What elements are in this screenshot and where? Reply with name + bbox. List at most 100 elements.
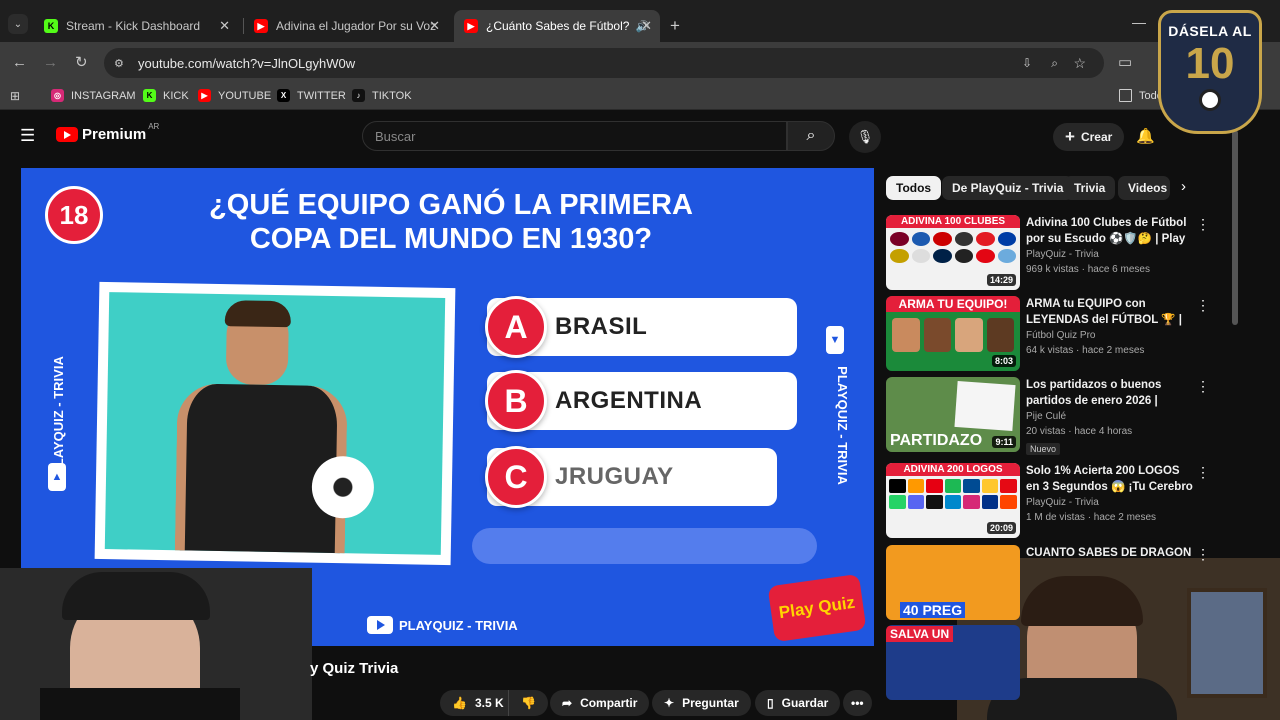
close-icon[interactable]: ✕ <box>429 18 440 34</box>
recommendation-item[interactable]: ARMA TU EQUIPO! 8:03 ARMA tu EQUIPO con … <box>886 296 1210 374</box>
video-thumbnail[interactable]: ADIVINA 100 CLUBES 14:29 <box>886 215 1020 290</box>
bookmark-folder[interactable]: Todo <box>1119 89 1163 102</box>
site-info-icon[interactable]: ⚙ <box>114 57 124 70</box>
bookmark-tiktok[interactable]: ♪ TIKTOK <box>352 89 412 102</box>
apps-grid-icon[interactable]: ⊞ <box>10 89 20 103</box>
logo-region: AR <box>148 122 160 131</box>
youtube-logo[interactable]: Premium AR <box>56 122 159 143</box>
search-input[interactable]: Buscar <box>362 121 787 151</box>
browser-tab-strip: ⌄ K Stream - Kick Dashboard ✕ ▶ Adivina … <box>0 0 1280 48</box>
recommendation-title[interactable]: Los partidazos o buenos partidos de ener… <box>1026 377 1194 409</box>
install-icon[interactable]: ⇩ <box>1022 56 1032 70</box>
sparkle-icon: ✦ <box>664 696 675 710</box>
sidepanel-icon[interactable]: ▭ <box>1118 54 1132 72</box>
bookmark-label: INSTAGRAM <box>71 89 136 102</box>
arrow-down-icon: ▼ <box>826 326 844 354</box>
recommendation-item[interactable]: ADIVINA 100 CLUBES 14:29 Adivina 100 Clu… <box>886 215 1210 293</box>
share-button[interactable]: ➦ Compartir <box>550 690 650 716</box>
search-button[interactable]: ⌕ <box>787 121 835 151</box>
bookmark-twitter[interactable]: X TWITTER <box>277 89 346 102</box>
youtube-icon: ▶ <box>198 89 211 102</box>
dasela-al-10-logo: DÁSELA AL 10 <box>1158 10 1262 134</box>
tab-search-button[interactable]: ⌄ <box>8 14 28 34</box>
forward-icon[interactable]: → <box>43 54 58 72</box>
minimize-button[interactable]: — <box>1132 14 1146 30</box>
tiktok-icon: ♪ <box>352 89 365 102</box>
zoom-icon[interactable]: ⌕ <box>1051 56 1058 71</box>
youtube-header: ☰ Premium AR Buscar ⌕ 🎙 + Crear 🔔 <box>0 110 1240 162</box>
answer-d-placeholder <box>472 528 817 564</box>
bookmark-instagram[interactable]: ◎ INSTAGRAM <box>51 89 136 102</box>
reload-icon[interactable]: ↻ <box>75 54 88 72</box>
question-text: ¿QUÉ EQUIPO GANÓ LA PRIMERA COPA DEL MUN… <box>209 189 693 255</box>
video-thumbnail[interactable]: SALVA UN <box>886 625 1020 700</box>
x-icon: X <box>277 89 290 102</box>
create-button[interactable]: + Crear <box>1053 123 1125 151</box>
duration-badge: 9:11 <box>992 436 1016 448</box>
sidebar-scrollbar[interactable] <box>1232 130 1238 325</box>
tab-cuanto-sabes[interactable]: ▶ ¿Cuánto Sabes de Fútbol? 🔊 ✕ <box>454 10 660 42</box>
recommendation-title[interactable]: Solo 1% Acierta 200 LOGOS en 3 Segundos … <box>1026 463 1194 495</box>
thumbs-down-icon: 👎 <box>521 696 536 710</box>
recommendation-item[interactable]: SALVA UN <box>886 625 1206 703</box>
bookmark-icon: ▯ <box>767 696 774 710</box>
more-vertical-icon[interactable]: ⋮ <box>1196 465 1210 479</box>
star-icon[interactable]: ☆ <box>1073 55 1086 72</box>
bookmark-label: KICK <box>163 89 189 102</box>
tab-adivina-jugador[interactable]: ▶ Adivina el Jugador Por su Voz ✕ <box>244 10 448 42</box>
video-thumbnail[interactable]: 40 PREG <box>886 545 1020 620</box>
save-button[interactable]: ▯ Guardar <box>755 690 841 716</box>
chip-videos[interactable]: Videos <box>1118 176 1170 200</box>
new-tab-button[interactable]: + <box>670 16 680 36</box>
arrow-up-icon: ▲ <box>48 463 66 491</box>
close-icon[interactable]: ✕ <box>641 18 652 34</box>
recommendation-channel[interactable]: PlayQuiz - Trivia <box>1026 497 1099 508</box>
answer-text: BRASIL <box>555 313 648 340</box>
more-vertical-icon[interactable]: ⋮ <box>1196 298 1210 312</box>
notifications-icon[interactable]: 🔔 <box>1136 127 1155 145</box>
bookmark-label: TWITTER <box>297 89 346 102</box>
recommendation-item[interactable]: PARTIDAZO 9:11 Los partidazos o buenos p… <box>886 377 1210 455</box>
close-icon[interactable]: ✕ <box>219 18 230 34</box>
thumbs-up-icon: 👍 <box>452 696 467 710</box>
voice-search-button[interactable]: 🎙 <box>849 121 881 153</box>
bookmark-kick[interactable]: K KICK <box>143 89 189 102</box>
recommendation-title[interactable]: CUANTO SABES DE DRAGON <box>1026 545 1194 561</box>
video-thumbnail[interactable]: PARTIDAZO 9:11 <box>886 377 1020 452</box>
question-number: 18 <box>45 186 103 244</box>
more-vertical-icon[interactable]: ⋮ <box>1196 217 1210 231</box>
chip-trivia[interactable]: Trivia <box>1064 176 1116 200</box>
side-label-right: PLAYQUIZ - TRIVIA <box>834 366 850 485</box>
recommendation-channel[interactable]: Fútbol Quiz Pro <box>1026 330 1095 341</box>
recommendation-channel[interactable]: Pije Culé <box>1026 411 1066 422</box>
dislike-button[interactable]: 👎 <box>508 690 548 716</box>
video-thumbnail[interactable]: ADIVINA 200 LOGOS 20:09 <box>886 463 1020 538</box>
back-icon[interactable]: ← <box>12 54 27 72</box>
address-bar[interactable]: ⚙ youtube.com/watch?v=JlnOLgyhW0w ⇩ ⌕ ☆ <box>104 48 1104 78</box>
recommendation-title[interactable]: Adivina 100 Clubes de Fútbol por su Escu… <box>1026 215 1194 247</box>
more-vertical-icon[interactable]: ⋮ <box>1196 547 1210 561</box>
video-thumbnail[interactable]: ARMA TU EQUIPO! 8:03 <box>886 296 1020 371</box>
like-button[interactable]: 👍 3.5 K <box>440 690 516 716</box>
answer-letter: A <box>485 296 547 358</box>
recommendation-item[interactable]: 40 PREG CUANTO SABES DE DRAGON ⋮ <box>886 545 1210 623</box>
chevron-right-icon[interactable]: › <box>1181 178 1186 195</box>
answer-a: A BRASIL <box>485 296 797 358</box>
video-channel-name[interactable]: y Quiz Trivia <box>310 660 398 677</box>
like-count: 3.5 K <box>474 696 504 710</box>
more-vertical-icon[interactable]: ⋮ <box>1196 379 1210 393</box>
youtube-icon: ▶ <box>464 19 478 33</box>
chip-todos[interactable]: Todos <box>886 176 942 200</box>
tab-kick-dashboard[interactable]: K Stream - Kick Dashboard ✕ <box>34 10 238 42</box>
recommendation-item[interactable]: ADIVINA 200 LOGOS 20:09 Solo 1% Acierta … <box>886 463 1210 541</box>
new-badge: Nuevo <box>1026 443 1061 455</box>
answer-text: JRUGUAY <box>555 463 674 490</box>
recommendation-title[interactable]: ARMA tu EQUIPO con LEYENDAS del FÚTBOL 🏆… <box>1026 296 1194 328</box>
chip-de-playquiz[interactable]: De PlayQuiz - Trivia <box>942 176 1074 200</box>
webcam-left <box>0 568 312 720</box>
ask-button[interactable]: ✦ Preguntar <box>652 690 751 716</box>
more-actions-button[interactable]: ••• <box>843 690 872 716</box>
recommendation-channel[interactable]: PlayQuiz - Trivia <box>1026 249 1099 260</box>
menu-icon[interactable]: ☰ <box>20 126 35 146</box>
bookmark-youtube[interactable]: ▶ YOUTUBE <box>198 89 271 102</box>
